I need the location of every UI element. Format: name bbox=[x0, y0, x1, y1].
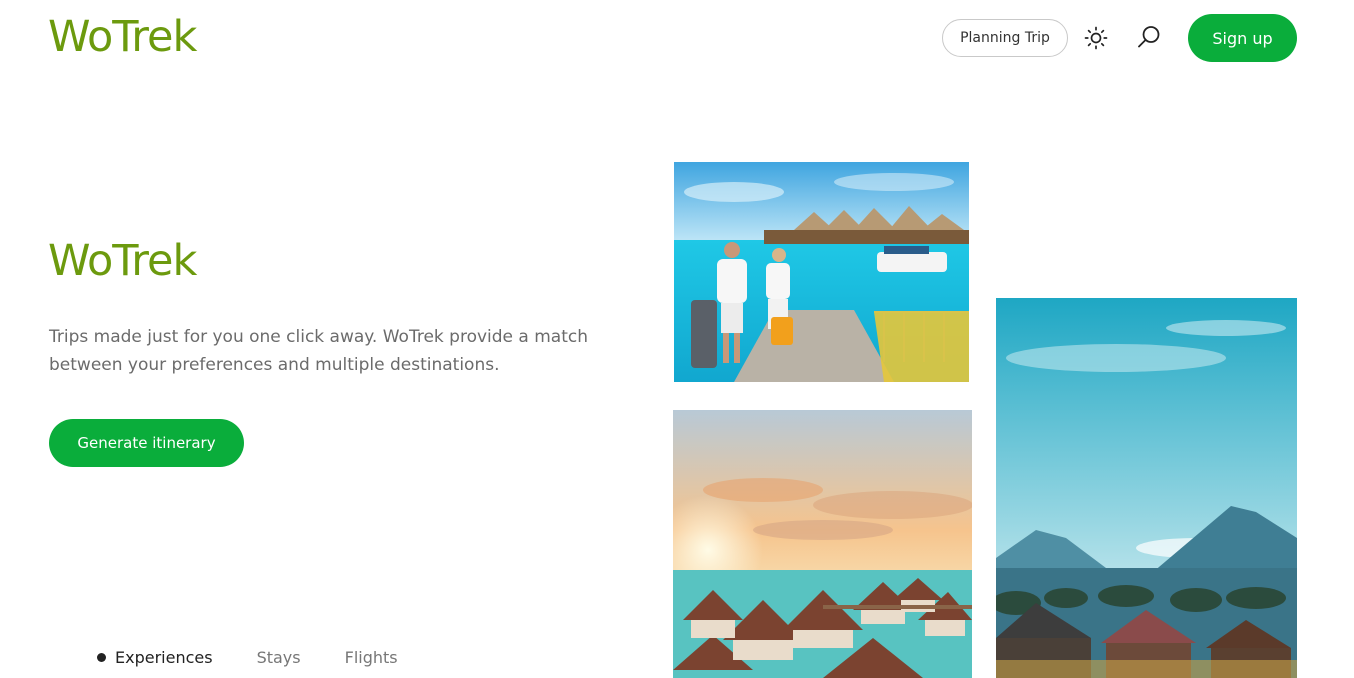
tab-experiences[interactable]: Experiences bbox=[97, 648, 213, 667]
tab-label: Flights bbox=[344, 647, 398, 667]
mountain-village-photo bbox=[996, 298, 1297, 678]
couple-pier-photo bbox=[674, 162, 969, 382]
active-tab-dot bbox=[97, 652, 106, 662]
sunset-bungalows-photo bbox=[673, 410, 972, 678]
tab-stays[interactable]: Stays bbox=[257, 648, 301, 667]
hero-logo: WoTrek bbox=[48, 236, 197, 286]
category-tabs: Experiences Stays Flights bbox=[97, 646, 398, 668]
sun-icon[interactable] bbox=[1082, 24, 1110, 52]
tab-flights[interactable]: Flights bbox=[345, 648, 398, 667]
tab-label: Experiences bbox=[115, 647, 213, 667]
tab-label: Stays bbox=[256, 647, 301, 667]
page: WoTrek Planning Trip Sign up WoTrek Trip… bbox=[0, 0, 1354, 678]
generate-itinerary-button[interactable]: Generate itinerary bbox=[49, 419, 244, 467]
search-icon[interactable] bbox=[1135, 23, 1163, 51]
sign-up-button[interactable]: Sign up bbox=[1188, 14, 1297, 62]
header-logo[interactable]: WoTrek bbox=[48, 16, 197, 59]
hero-tagline: Trips made just for you one click away. … bbox=[49, 327, 588, 375]
planning-trip-button[interactable]: Planning Trip bbox=[942, 19, 1068, 57]
